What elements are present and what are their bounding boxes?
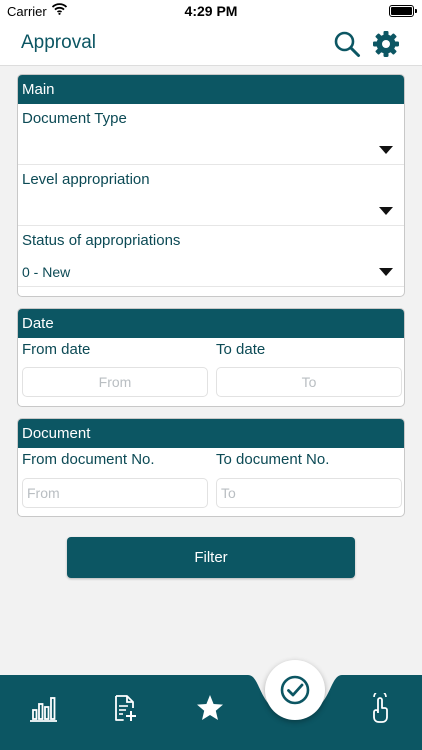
search-icon[interactable] [333, 30, 361, 58]
from-document-input[interactable] [22, 478, 208, 508]
filter-button[interactable]: Filter [67, 537, 355, 578]
dropdown-arrow-icon[interactable] [379, 268, 393, 276]
date-card-header: Date [18, 309, 404, 338]
date-card: Date From date To date [17, 308, 405, 407]
page-title: Approval [21, 32, 96, 53]
tab-touch[interactable] [360, 688, 400, 728]
dropdown-arrow-icon[interactable] [379, 146, 393, 154]
tab-reports[interactable] [23, 688, 63, 728]
tab-favorites[interactable] [190, 688, 230, 728]
level-appropriation-label: Level appropriation [22, 171, 150, 188]
star-icon [197, 695, 223, 720]
document-type-label: Document Type [22, 110, 127, 127]
bar-chart-icon [30, 697, 57, 722]
tab-approval[interactable] [265, 660, 325, 720]
to-document-label: To document No. [216, 451, 330, 468]
level-appropriation-select[interactable]: Level appropriation [18, 165, 404, 226]
battery-icon [389, 5, 417, 17]
main-card: Main Document Type Level appropriation S… [17, 74, 405, 297]
from-document-label: From document No. [22, 451, 155, 468]
from-date-input[interactable] [22, 367, 208, 397]
status-time: 4:29 PM [184, 3, 238, 19]
date-labels-row: From date To date [18, 338, 404, 364]
touch-hand-icon [373, 693, 388, 723]
status-appropriations-label: Status of appropriations [22, 232, 181, 249]
document-labels-row: From document No. To document No. [18, 448, 404, 474]
tab-new-document[interactable] [105, 688, 145, 728]
from-date-label: From date [22, 341, 91, 358]
nav-bar: Approval [0, 22, 422, 66]
to-date-label: To date [216, 341, 266, 358]
status-bar: Carrier 4:29 PM [0, 0, 422, 22]
document-type-select[interactable]: Document Type [18, 104, 404, 165]
main-card-header: Main [18, 75, 404, 104]
gear-icon[interactable] [372, 30, 400, 58]
to-date-input[interactable] [216, 367, 402, 397]
approval-check-icon [280, 675, 310, 705]
document-card: Document From document No. To document N… [17, 418, 405, 517]
document-card-header: Document [18, 419, 404, 448]
to-document-input[interactable] [216, 478, 402, 508]
dropdown-arrow-icon[interactable] [379, 207, 393, 215]
add-document-icon [115, 695, 136, 721]
status-appropriations-value: 0 - New [22, 264, 71, 280]
status-appropriations-select[interactable]: Status of appropriations 0 - New [18, 226, 404, 287]
